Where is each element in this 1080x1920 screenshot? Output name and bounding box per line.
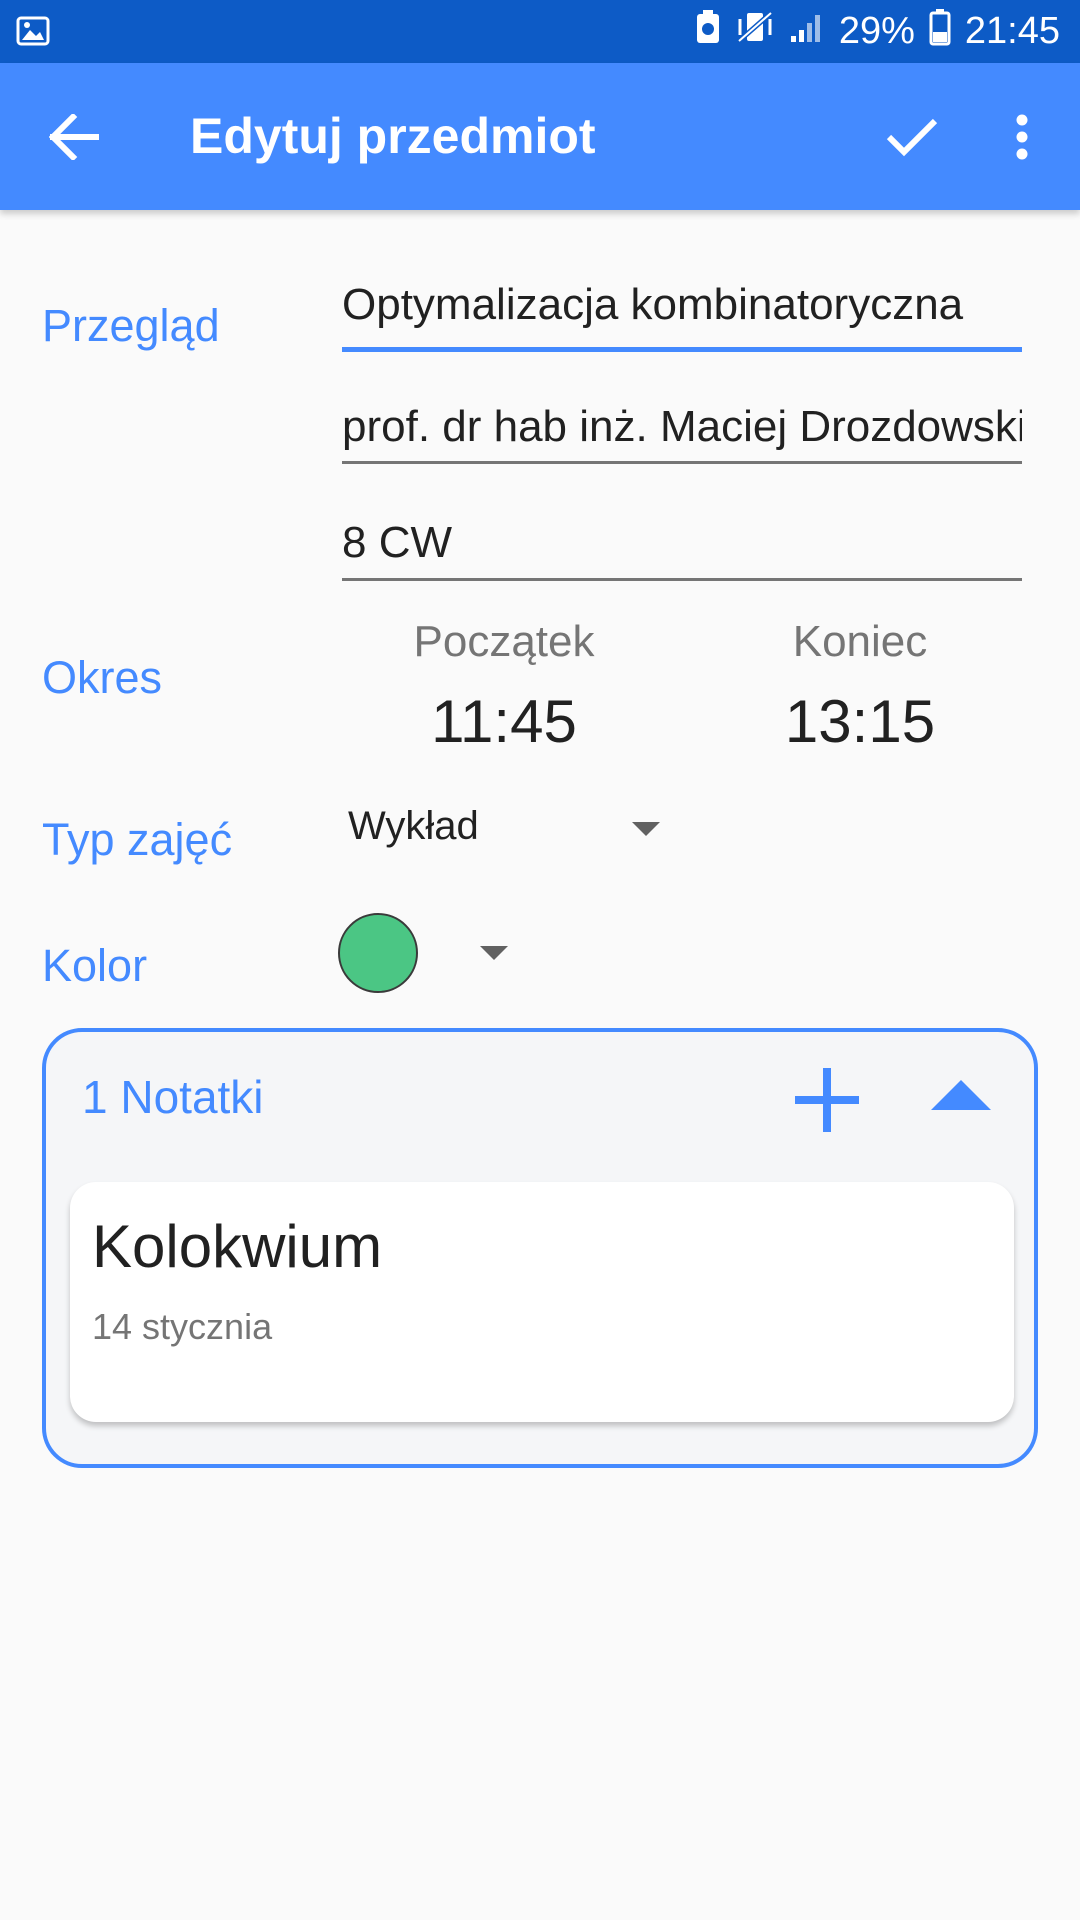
more-vert-icon[interactable] [1000,103,1044,171]
app-bar: Edytuj przedmiot [0,63,1080,210]
subject-name-value: Optymalizacja kombinatoryczna [342,280,964,329]
room-value: 8 CW [342,518,452,567]
period-label: Okres [42,652,163,703]
type-label: Typ zajęć [42,814,233,865]
battery-icon [929,8,951,56]
end-caption: Koniec [792,617,928,666]
end-time-picker[interactable]: Koniec 13:15 [730,617,990,756]
signal-icon [789,10,825,54]
plus-icon[interactable] [791,1064,863,1136]
battery-percent: 29% [838,10,915,52]
dropdown-arrow-icon[interactable] [632,822,660,836]
color-label: Kolor [42,940,148,991]
note-title: Kolokwium [92,1213,383,1280]
notes-panel: 1 Notatki Kolokwium 14 stycznia [42,1028,1038,1468]
input-underline [342,347,1022,352]
input-underline [342,578,1022,581]
check-icon[interactable] [878,103,946,171]
end-time-value: 13:15 [784,688,936,755]
overview-label: Przegląd [42,300,220,351]
start-time-value: 11:45 [431,688,577,755]
teacher-input[interactable]: prof. dr hab inż. Maciej Drozdowski [342,402,1022,464]
vibrate-icon [735,9,775,55]
subject-name-input[interactable]: Optymalizacja kombinatoryczna [342,280,1022,352]
input-underline [342,461,1022,464]
note-date: 14 stycznia [92,1306,273,1347]
battery-saver-icon [695,9,721,55]
clock: 21:45 [964,10,1060,52]
teacher-value: prof. dr hab inż. Maciej Drozdowski [342,402,1022,451]
chevron-up-icon[interactable] [931,1080,991,1110]
gallery-icon [16,14,50,53]
status-bar: 29% 21:45 [0,0,1080,63]
dropdown-arrow-icon[interactable] [480,946,508,960]
note-card[interactable]: Kolokwium 14 stycznia [70,1182,1014,1422]
room-input[interactable]: 8 CW [342,518,1022,581]
notes-header: 1 Notatki [82,1071,264,1123]
start-caption: Początek [413,617,595,666]
type-select[interactable]: Wykład [348,804,479,849]
start-time-picker[interactable]: Początek 11:45 [374,617,634,756]
arrow-back-icon[interactable] [40,103,108,171]
page-title: Edytuj przedmiot [190,108,596,164]
color-swatch[interactable] [338,913,418,993]
